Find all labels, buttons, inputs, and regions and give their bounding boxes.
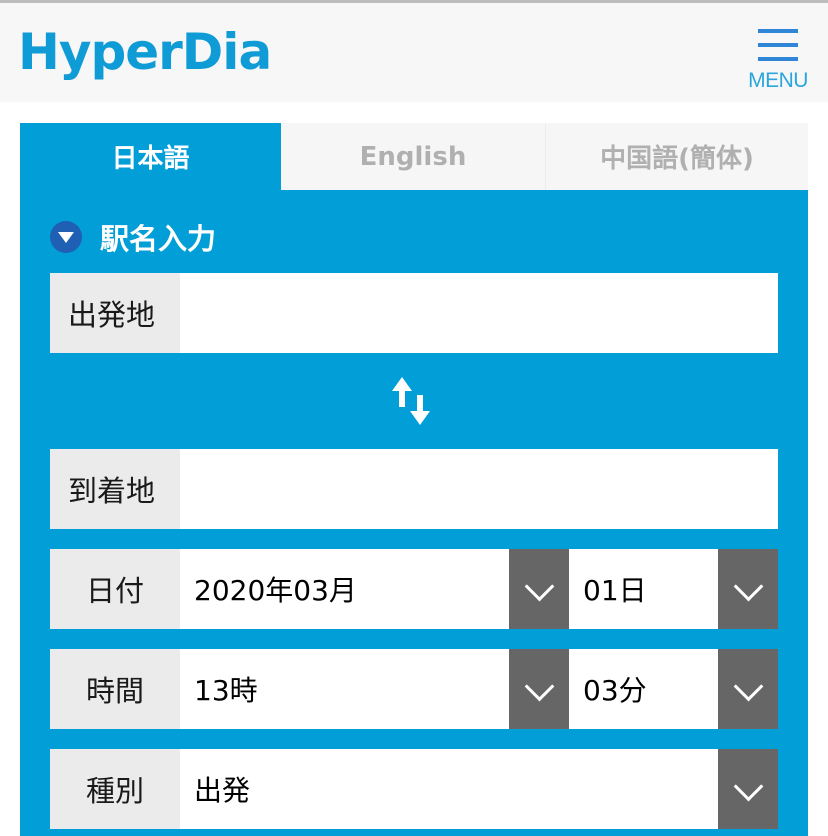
station-input-section-toggle[interactable]: 駅名入力	[50, 220, 216, 256]
hamburger-icon	[758, 29, 798, 33]
date-label: 日付	[50, 549, 180, 629]
date-row: 日付 2020年03月 01日	[50, 549, 778, 629]
month-value: 2020年03月	[194, 574, 357, 607]
time-row: 時間 13時 03分	[50, 649, 778, 729]
type-select[interactable]: 出発	[180, 749, 778, 829]
chevron-down-icon[interactable]	[718, 649, 778, 729]
tab-english[interactable]: English	[281, 123, 546, 190]
arrival-input[interactable]	[180, 449, 778, 529]
minute-value: 03分	[583, 674, 647, 707]
hour-value: 13時	[194, 674, 258, 707]
header: HyperDia MENU	[0, 0, 828, 102]
arrival-row: 到着地	[50, 449, 778, 529]
tab-japanese[interactable]: 日本語	[20, 123, 281, 190]
departure-label: 出発地	[50, 273, 180, 353]
swap-stations-button[interactable]	[390, 371, 438, 431]
day-value: 01日	[583, 574, 647, 607]
hamburger-icon-bar	[758, 57, 798, 61]
section-title: 駅名入力	[100, 222, 217, 256]
hamburger-icon-bar	[758, 43, 798, 47]
type-row: 種別 出発	[50, 749, 778, 829]
chevron-down-icon[interactable]	[718, 749, 778, 829]
logo[interactable]: HyperDia	[18, 17, 272, 87]
chevron-down-icon[interactable]	[509, 549, 569, 629]
menu-label: MENU	[748, 69, 808, 92]
triangle-down-circle-icon	[50, 221, 82, 253]
chevron-down-icon[interactable]	[509, 649, 569, 729]
language-tabs: 日本語 English 中国語(簡体)	[20, 123, 808, 190]
departure-input[interactable]	[180, 273, 778, 353]
menu-button[interactable]: MENU	[740, 23, 816, 99]
departure-row: 出発地	[50, 273, 778, 353]
hour-select[interactable]: 13時	[180, 649, 569, 729]
month-select[interactable]: 2020年03月	[180, 549, 569, 629]
day-select[interactable]: 01日	[569, 549, 778, 629]
arrival-label: 到着地	[50, 449, 180, 529]
tab-chinese-simplified[interactable]: 中国語(簡体)	[546, 123, 808, 190]
time-label: 時間	[50, 649, 180, 729]
minute-select[interactable]: 03分	[569, 649, 778, 729]
type-value: 出発	[194, 774, 251, 807]
chevron-down-icon[interactable]	[718, 549, 778, 629]
search-panel: 日本語 English 中国語(簡体) 駅名入力 出発地 到着地 日付 2020…	[20, 123, 808, 836]
swap-arrows-icon	[392, 377, 430, 425]
type-label: 種別	[50, 749, 180, 829]
